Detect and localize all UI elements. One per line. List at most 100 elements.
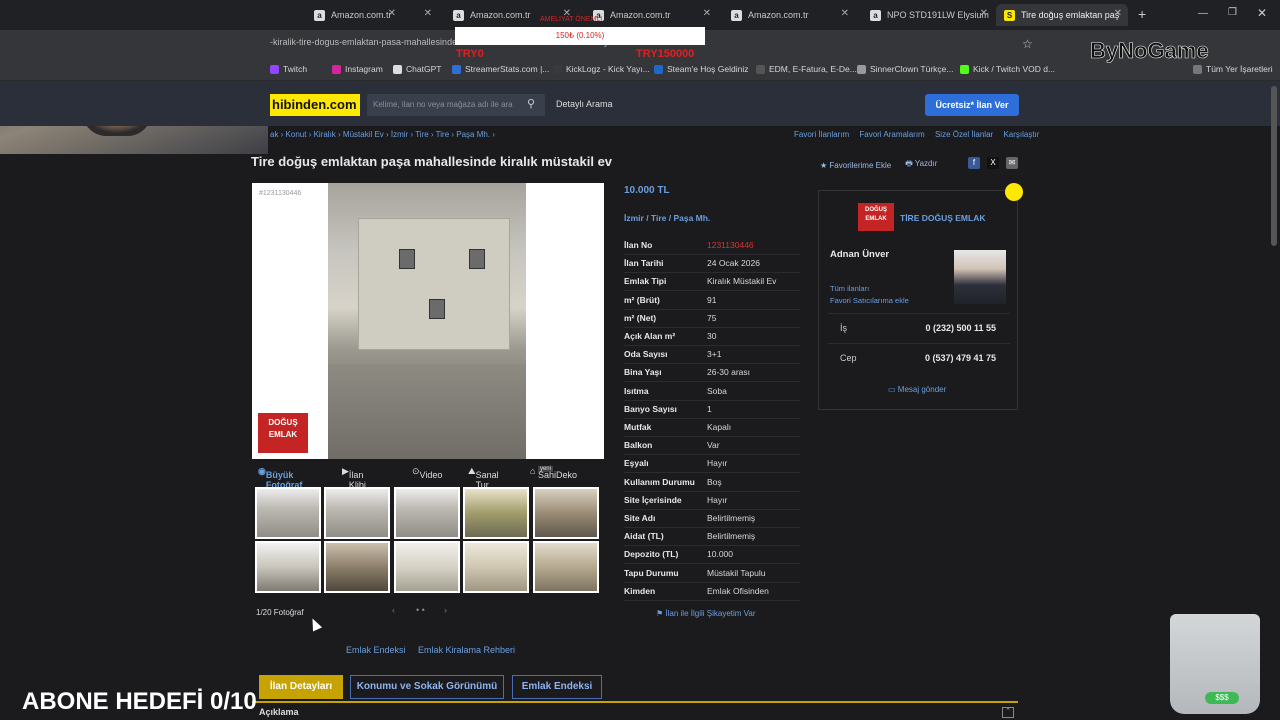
- detail-row: Eşyalı Hayır: [624, 454, 800, 474]
- house-wall: [358, 218, 510, 350]
- close-tab-icon[interactable]: ✕: [1114, 8, 1122, 19]
- site-logo[interactable]: hibinden.com: [270, 94, 360, 116]
- page-scrollbar[interactable]: [1271, 86, 1277, 246]
- mouse-cursor-icon: [307, 616, 323, 632]
- close-tab-icon[interactable]: ✕: [980, 8, 988, 19]
- site-header: [0, 81, 1280, 126]
- detail-value: 10.000: [707, 549, 733, 560]
- detail-key: Mutfak: [624, 422, 652, 432]
- favorite-listings-link[interactable]: Favori İlanlarım: [794, 130, 849, 139]
- favorite-searches-link[interactable]: Favori Aramalarım: [859, 130, 924, 139]
- new-tab-button[interactable]: +: [1138, 6, 1146, 22]
- browser-tab[interactable]: a Amazon.com.tr ✕: [306, 4, 438, 26]
- tab-video[interactable]: ⊙ Video: [412, 466, 442, 480]
- report-listing-link[interactable]: ⚑ İlan ile İlgili Şikayetim Var: [656, 609, 756, 618]
- photo-tabs: ◉ Büyük Fotoğraf ▶ İlan Klibi ⊙ Video ⛰ …: [252, 462, 604, 490]
- bookmark-kicklogz[interactable]: KickLogz - Kick Yayı...: [553, 64, 650, 74]
- tab-listing-details[interactable]: İlan Detayları: [259, 675, 343, 699]
- detail-key: m² (Net): [624, 312, 657, 323]
- star-badge-icon: [1005, 183, 1023, 201]
- detail-value: Hayır: [707, 494, 728, 505]
- photo-thumbnail[interactable]: [324, 541, 390, 593]
- compare-link[interactable]: Karşılaştır: [1003, 130, 1039, 139]
- donation-alert-title: AMELIYAT ÖNEMLİ: [540, 16, 603, 23]
- photo-thumbnail[interactable]: [463, 487, 529, 539]
- tab-listing-clip[interactable]: ▶ İlan Klibi: [342, 466, 366, 490]
- prev-photo-button[interactable]: ‹: [392, 605, 395, 615]
- send-message-link[interactable]: ▭ Mesaj gönder: [888, 385, 946, 394]
- tab-emlak-endeksi[interactable]: Emlak Endeksi: [512, 675, 602, 699]
- detail-key: Bina Yaşı: [624, 367, 662, 378]
- photo-thumbnail[interactable]: [324, 487, 390, 539]
- browser-tab[interactable]: a NPO STD191LW Elysium ✕: [862, 4, 994, 26]
- detail-row: m² (Brüt) 91: [624, 291, 800, 310]
- minimize-button[interactable]: —: [1198, 8, 1208, 19]
- bookmark-steam[interactable]: Steam'e Hoş Geldiniz: [654, 64, 748, 74]
- photo-thumbnail[interactable]: [533, 487, 599, 539]
- bookmark-instagram[interactable]: Instagram: [332, 64, 383, 74]
- browser-tab[interactable]: a Amazon.com.tr ✕: [723, 4, 855, 26]
- favorite-seller-link[interactable]: Favori Satıcılarıma ekle: [830, 296, 909, 305]
- detailed-search-link[interactable]: Detaylı Arama: [556, 99, 613, 109]
- tab-label: Amazon.com.tr: [610, 10, 671, 20]
- print-link[interactable]: 🖶 Yazdır: [905, 158, 937, 172]
- all-listings-link[interactable]: Tüm ilanları: [830, 284, 869, 293]
- bookmark-sinnerclown[interactable]: SinnerClown Türkçe...: [857, 64, 953, 74]
- email-share-icon[interactable]: ✉: [1006, 157, 1018, 169]
- photo-thumbnail[interactable]: [463, 541, 529, 593]
- next-photo-button[interactable]: ›: [444, 605, 447, 615]
- browser-tab[interactable]: S Tire doğuş emlaktan paş ✕: [996, 4, 1128, 26]
- special-listings-link[interactable]: Size Özel İlanlar: [935, 130, 993, 139]
- detail-key: Oda Sayısı: [624, 349, 668, 360]
- bookmark-kick-vod[interactable]: Kick / Twitch VOD d...: [960, 64, 1055, 74]
- tab-sahideko[interactable]: ⌂ SahiDeko yeni: [530, 466, 577, 480]
- bookmark-twitch[interactable]: Twitch: [270, 64, 307, 74]
- listing-location[interactable]: İzmir / Tire / Paşa Mh.: [624, 213, 710, 223]
- agency-name[interactable]: TİRE DOĞUŞ EMLAK: [900, 213, 985, 223]
- listing-id-tag: #1231130446: [259, 190, 302, 197]
- restore-button[interactable]: ❐: [1228, 7, 1237, 18]
- subscriber-goal: ABONE HEDEFİ 0/10: [22, 688, 257, 715]
- detail-row: Kimden Emlak Ofisinden: [624, 582, 800, 601]
- agency-logo[interactable]: DOĞUŞ EMLAK: [858, 203, 894, 231]
- facebook-share-icon[interactable]: f: [968, 157, 980, 169]
- detail-key: İlan Tarihi: [624, 258, 664, 269]
- post-ad-button[interactable]: Ücretsiz* İlan Ver: [925, 94, 1019, 116]
- breadcrumb[interactable]: ak › Konut › Kiralık › Müstakil Ev › İzm…: [270, 130, 495, 139]
- photo-thumbnail[interactable]: [394, 541, 460, 593]
- add-favorite-link[interactable]: ★ Favorilerime Ekle: [820, 161, 891, 170]
- main-photo[interactable]: [328, 183, 526, 459]
- close-tab-icon[interactable]: ✕: [424, 8, 432, 19]
- tab-large-photo[interactable]: ◉ Büyük Fotoğraf: [258, 466, 302, 490]
- bookmark-edm[interactable]: EDM, E-Fatura, E-De...: [756, 64, 857, 74]
- tab-location-streetview[interactable]: Konumu ve Sokak Görünümü: [350, 675, 504, 699]
- photo-thumbnail[interactable]: [394, 487, 460, 539]
- bookmark-streamerstats[interactable]: StreamerStats.com |...: [452, 64, 549, 74]
- photo-thumbnail[interactable]: [255, 487, 321, 539]
- rental-guide-link[interactable]: Emlak Kiralama Rehberi: [418, 645, 515, 655]
- detail-row: Balkon Var: [624, 436, 800, 456]
- detail-row: Site Adı Belirtilmemiş: [624, 509, 800, 528]
- bookmark-star-icon[interactable]: ☆: [1022, 37, 1033, 51]
- detail-key: Açık Alan m²: [624, 331, 676, 341]
- photo-thumbnail[interactable]: [533, 541, 599, 593]
- search-icon[interactable]: ⚲: [527, 97, 535, 110]
- bookmark-all[interactable]: Tüm Yer İşaretleri: [1193, 64, 1273, 74]
- photo-thumbnail[interactable]: [255, 541, 321, 593]
- collapse-icon[interactable]: ⌃: [1002, 707, 1014, 718]
- browser-tab[interactable]: a Amazon.com.tr ✕: [585, 4, 717, 26]
- close-window-button[interactable]: ✕: [1257, 6, 1267, 20]
- emlak-endeksi-link[interactable]: Emlak Endeksi: [346, 645, 406, 655]
- x-share-icon[interactable]: X: [987, 157, 999, 169]
- work-phone: İş 0 (232) 500 11 55: [828, 313, 1010, 342]
- close-tab-icon[interactable]: ✕: [703, 8, 711, 19]
- detail-value: Müstakil Tapulu: [707, 567, 766, 578]
- bookmark-chatgpt[interactable]: ChatGPT: [393, 64, 441, 74]
- page-title: Tire doğuş emlaktan paşa mahallesinde ki…: [251, 154, 613, 169]
- search-input[interactable]: Kelime, ilan no veya mağaza adı ile ara: [367, 94, 545, 116]
- tab-virtual-tour[interactable]: ⛰ Sanal Tur: [468, 466, 499, 490]
- window: [469, 249, 485, 269]
- tab-label: Amazon.com.tr: [331, 10, 392, 20]
- close-tab-icon[interactable]: ✕: [841, 8, 849, 19]
- detail-row: Depozito (TL) 10.000: [624, 545, 800, 565]
